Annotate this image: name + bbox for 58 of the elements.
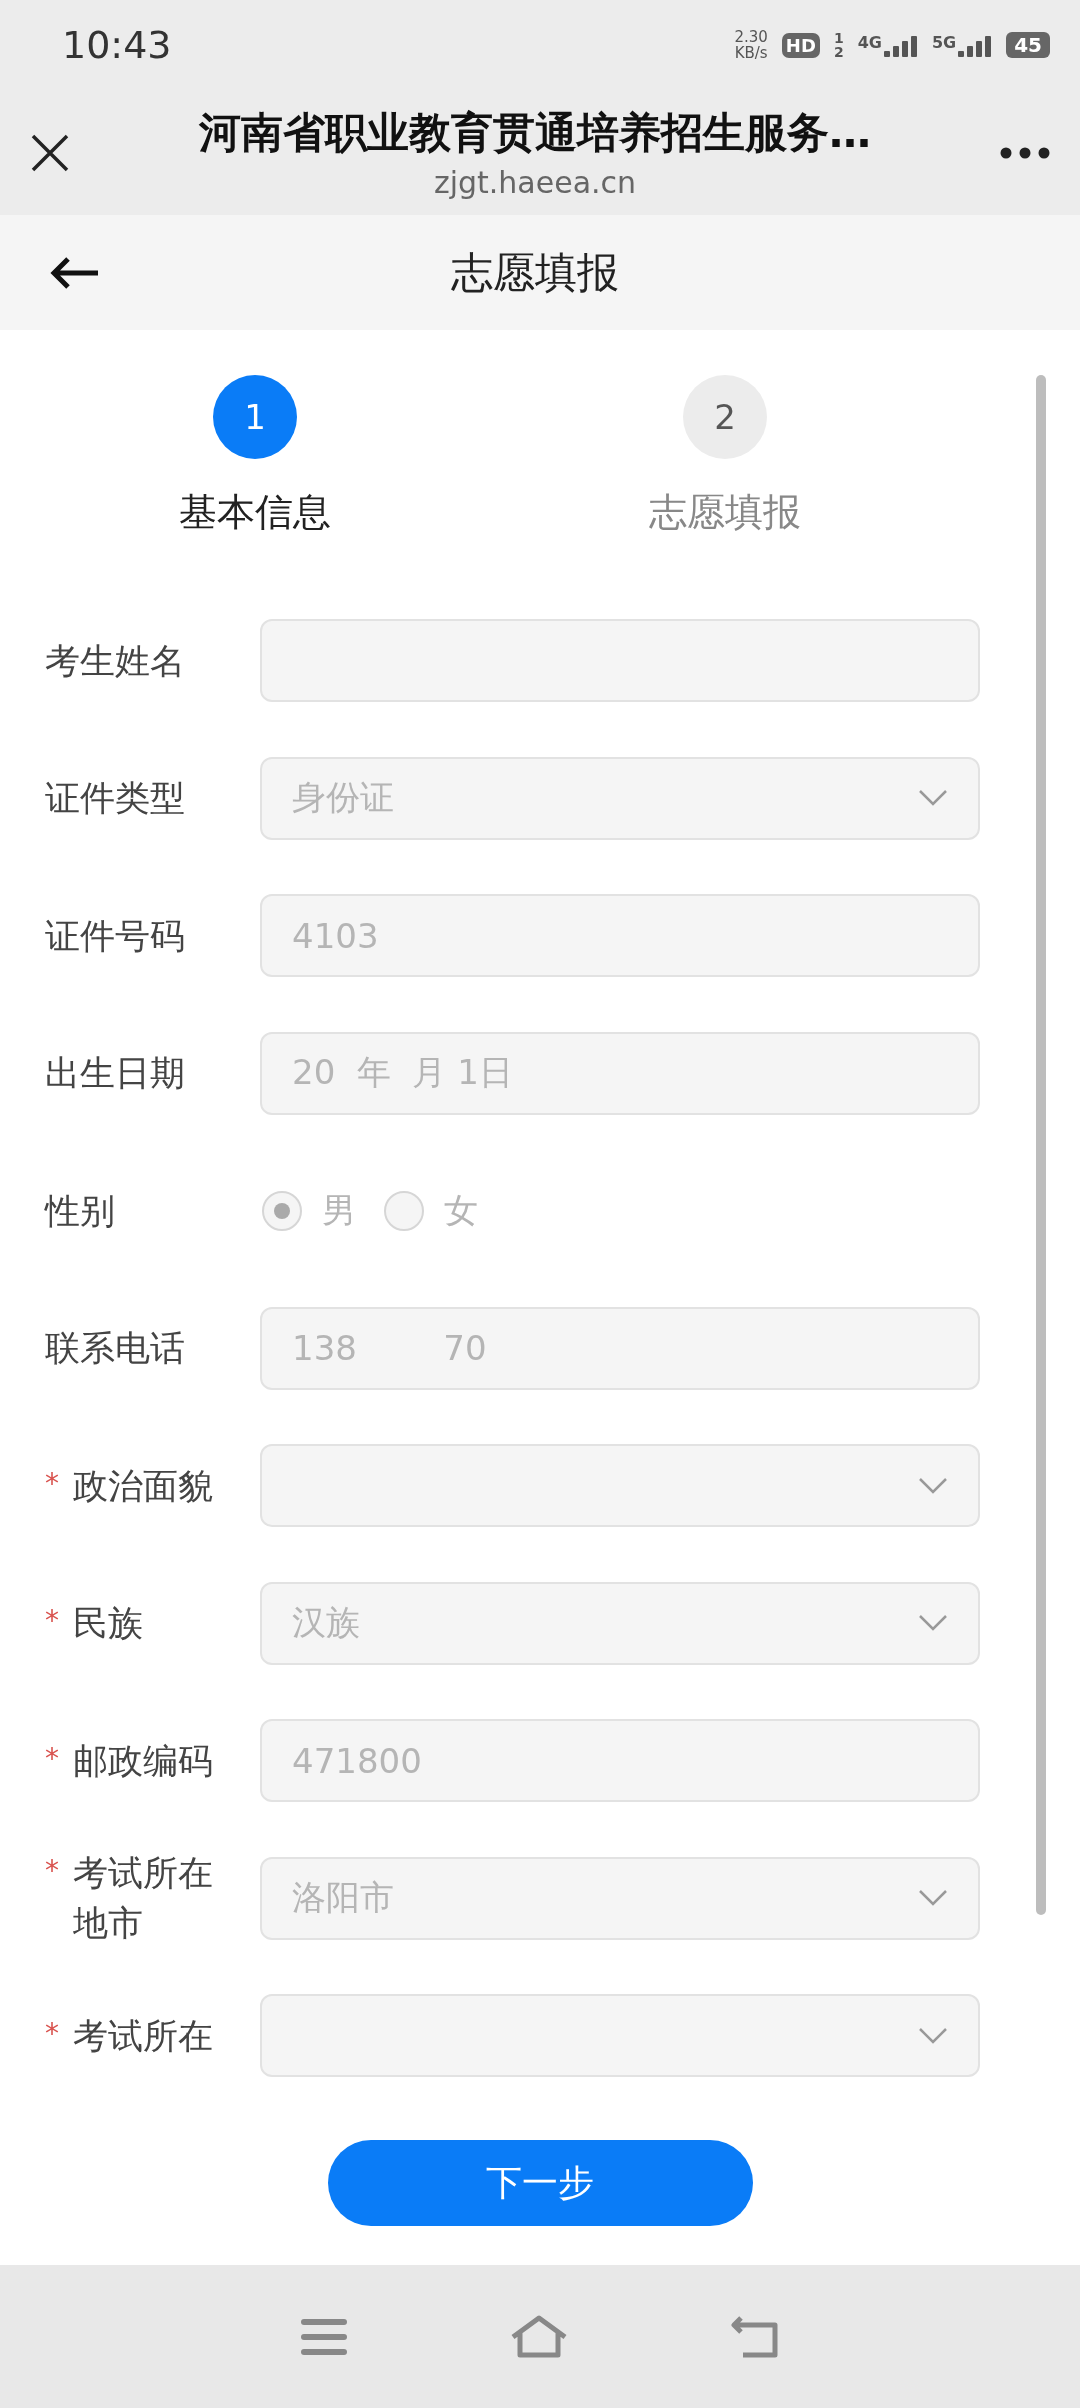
network-type: 5G xyxy=(931,33,957,52)
input-field[interactable]: 471800 xyxy=(260,1719,980,1803)
sim-indicator: 1 2 xyxy=(833,31,844,59)
required-asterisk: * xyxy=(45,1853,60,1888)
clock-time: 10:43 xyxy=(62,23,172,67)
chevron-down-icon xyxy=(918,1889,948,1908)
select-field[interactable] xyxy=(260,1444,980,1528)
required-asterisk: * xyxy=(45,1740,60,1775)
field-label: 联系电话 xyxy=(45,1327,185,1371)
next-step-button[interactable]: 下一步 xyxy=(327,2140,753,2226)
chevron-down-icon xyxy=(918,1614,948,1633)
field-label: 证件号码 xyxy=(45,914,185,958)
network-type: 4G xyxy=(857,33,882,52)
menu-icon[interactable] xyxy=(301,2317,348,2356)
select-field[interactable]: 汉族 xyxy=(260,1581,980,1665)
step-label: 志愿填报 xyxy=(649,489,801,536)
back-arrow-icon[interactable] xyxy=(50,255,100,290)
signal-icon xyxy=(883,33,918,57)
field-label: 出生日期 xyxy=(45,1052,185,1096)
select-field[interactable]: 洛阳市 xyxy=(260,1856,980,1940)
field-label: 邮政编码 xyxy=(73,1739,213,1783)
signal-icon xyxy=(958,33,993,57)
radio-label: 女 xyxy=(444,1188,478,1232)
chevron-down-icon xyxy=(918,789,948,808)
field-label: 考试所在 xyxy=(73,2014,213,2058)
page-title: 河南省职业教育贯通培养招生服务… xyxy=(199,107,871,159)
step-number: 1 xyxy=(213,375,297,459)
radio-button[interactable] xyxy=(384,1190,424,1231)
select-field[interactable] xyxy=(260,1994,980,2078)
required-asterisk: * xyxy=(45,1603,60,1638)
required-asterisk: * xyxy=(45,2015,60,2050)
field-label: 考试所在地市 xyxy=(73,1852,214,1946)
input-field[interactable] xyxy=(260,619,980,703)
field-label: 考生姓名 xyxy=(45,639,185,683)
close-icon[interactable] xyxy=(30,132,70,173)
hd-badge: HD xyxy=(781,32,820,58)
chevron-down-icon xyxy=(918,1476,948,1495)
input-field[interactable]: 138 70 xyxy=(260,1306,980,1390)
radio-button[interactable] xyxy=(262,1190,302,1231)
select-field[interactable]: 身份证 xyxy=(260,756,980,840)
field-label: 证件类型 xyxy=(45,777,185,821)
required-asterisk: * xyxy=(45,1465,60,1500)
screen-title: 志愿填报 xyxy=(450,246,620,299)
step-number: 2 xyxy=(683,375,767,459)
battery-level: 45 xyxy=(1006,32,1050,58)
network-speed: 2.30 KB/s xyxy=(734,29,768,61)
more-icon[interactable] xyxy=(1000,146,1050,159)
chevron-down-icon xyxy=(918,2026,948,2045)
field-label: 性别 xyxy=(45,1189,115,1233)
page-url: zjgt.haeea.cn xyxy=(433,165,637,200)
radio-label: 男 xyxy=(322,1188,356,1232)
home-icon[interactable] xyxy=(510,2314,568,2359)
step-label: 基本信息 xyxy=(179,489,331,536)
input-field[interactable]: 4103 xyxy=(260,894,980,978)
field-label: 民族 xyxy=(73,1602,143,1646)
input-field[interactable]: 20 年 月 1日 xyxy=(260,1031,980,1115)
field-label: 政治面貌 xyxy=(73,1464,213,1508)
back-icon[interactable] xyxy=(730,2314,779,2359)
